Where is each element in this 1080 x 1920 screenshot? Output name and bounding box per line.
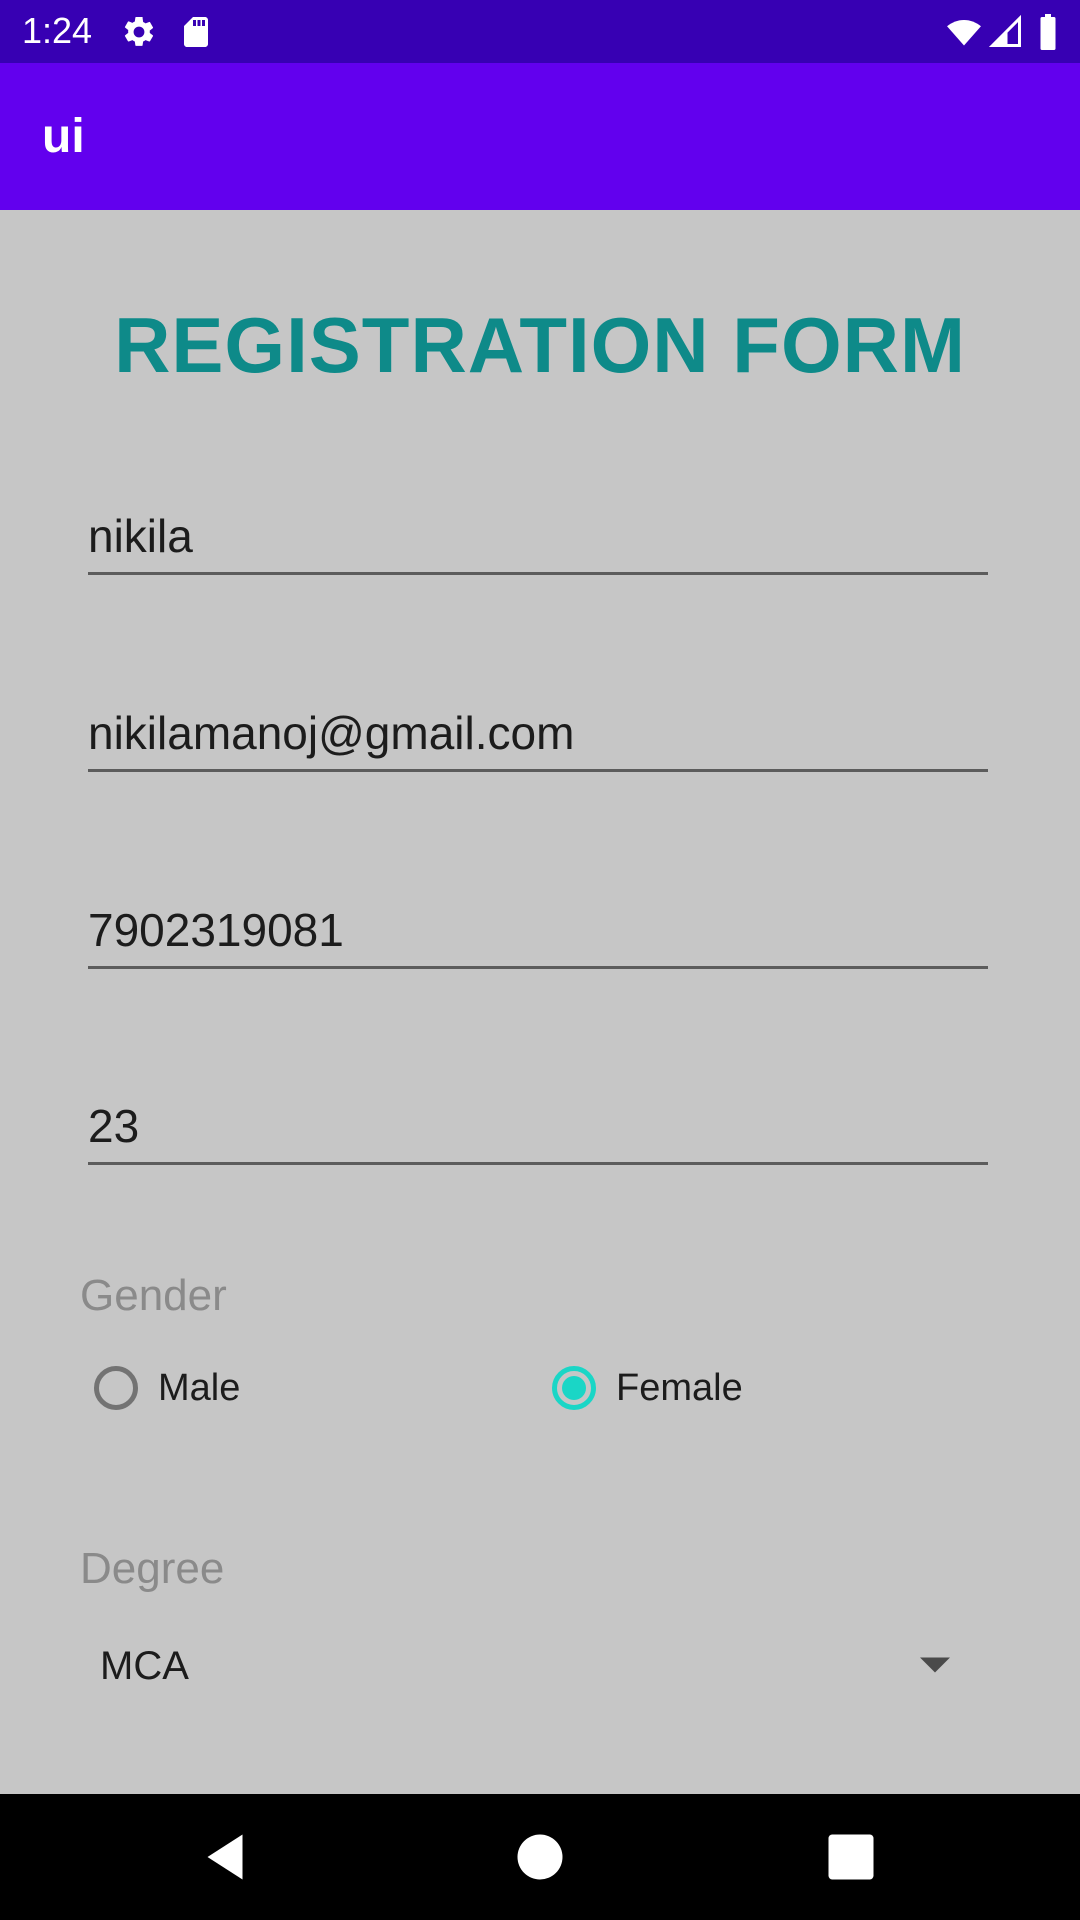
status-bar: 1:24 — [0, 0, 1080, 63]
email-field[interactable]: nikilamanoj@gmail.com — [88, 687, 988, 772]
age-field[interactable]: 23 — [88, 1080, 988, 1165]
radio-unchecked-icon[interactable] — [94, 1366, 138, 1410]
gender-radio-female[interactable]: Female — [552, 1360, 743, 1416]
radio-checked-icon[interactable] — [552, 1366, 596, 1410]
gender-option-label: Female — [616, 1367, 743, 1409]
email-field-value: nikilamanoj@gmail.com — [88, 707, 575, 759]
app-bar: ui — [0, 63, 1080, 210]
name-field-value: nikila — [88, 510, 193, 562]
degree-selected-value: MCA — [100, 1644, 189, 1688]
app-title: ui — [42, 110, 85, 163]
recents-icon[interactable] — [821, 1827, 881, 1887]
form-title: REGISTRATION FORM — [114, 301, 966, 389]
name-field[interactable]: nikila — [88, 490, 988, 575]
back-icon[interactable] — [195, 1827, 255, 1887]
degree-label: Degree — [80, 1544, 225, 1593]
navigation-bar — [0, 1794, 1080, 1920]
signal-icon — [988, 14, 1024, 50]
wifi-icon — [944, 14, 984, 50]
sd-card-icon — [178, 14, 214, 50]
gender-label: Gender — [80, 1271, 227, 1320]
phone-field-value: 7902319081 — [88, 904, 344, 956]
degree-spinner[interactable]: MCA — [80, 1636, 970, 1696]
dropdown-arrow-icon[interactable] — [920, 1656, 950, 1674]
gender-radio-male[interactable]: Male — [94, 1360, 240, 1416]
gender-option-label: Male — [158, 1367, 241, 1409]
home-icon[interactable] — [510, 1827, 570, 1887]
age-field-value: 23 — [88, 1100, 140, 1152]
gear-icon — [121, 14, 157, 50]
battery-icon — [1036, 14, 1060, 50]
phone-field[interactable]: 7902319081 — [88, 884, 988, 969]
status-time: 1:24 — [22, 10, 93, 51]
